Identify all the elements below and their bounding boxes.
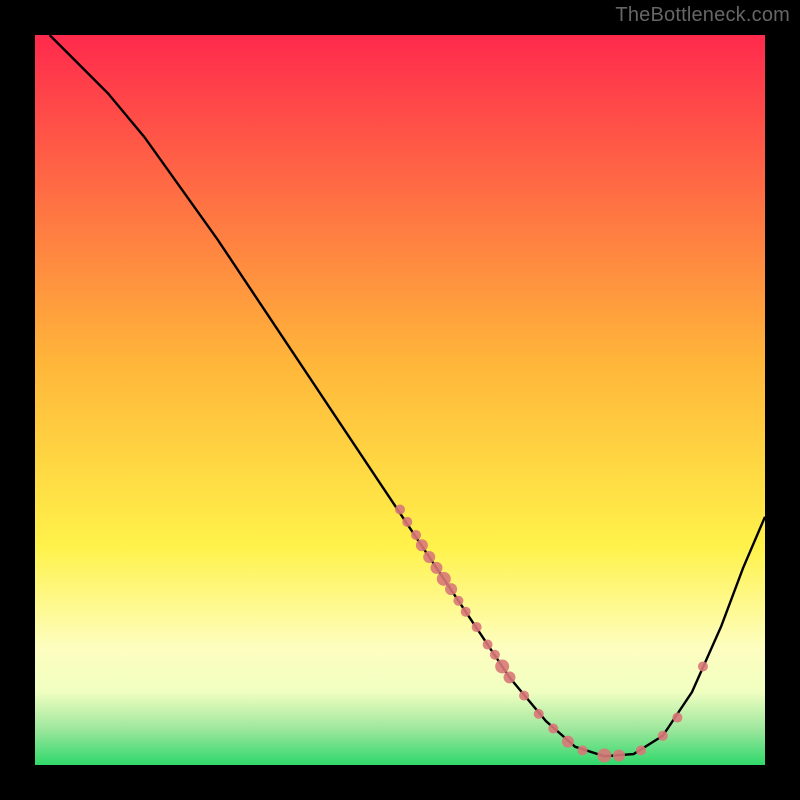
data-point [411,530,421,540]
data-point [483,640,493,650]
data-point [453,596,463,606]
data-point [548,724,558,734]
data-point [423,551,435,563]
data-point [613,750,625,762]
data-point [445,583,457,595]
attribution-text: TheBottleneck.com [615,4,790,27]
data-point [698,661,708,671]
data-point [562,736,574,748]
data-point [431,562,443,574]
data-point [636,745,646,755]
data-point [519,691,529,701]
chart-container: TheBottleneck.com [0,0,800,800]
data-point [461,607,471,617]
chart-background [35,35,765,765]
data-point [402,517,412,527]
data-point [395,505,405,515]
data-point [490,650,500,660]
data-point [495,659,509,673]
chart-svg [35,35,765,765]
data-point [504,671,516,683]
data-point [472,622,482,632]
data-point [534,709,544,719]
data-point [578,745,588,755]
data-point [416,539,428,551]
data-point [658,731,668,741]
data-point [672,713,682,723]
data-point [597,749,611,763]
